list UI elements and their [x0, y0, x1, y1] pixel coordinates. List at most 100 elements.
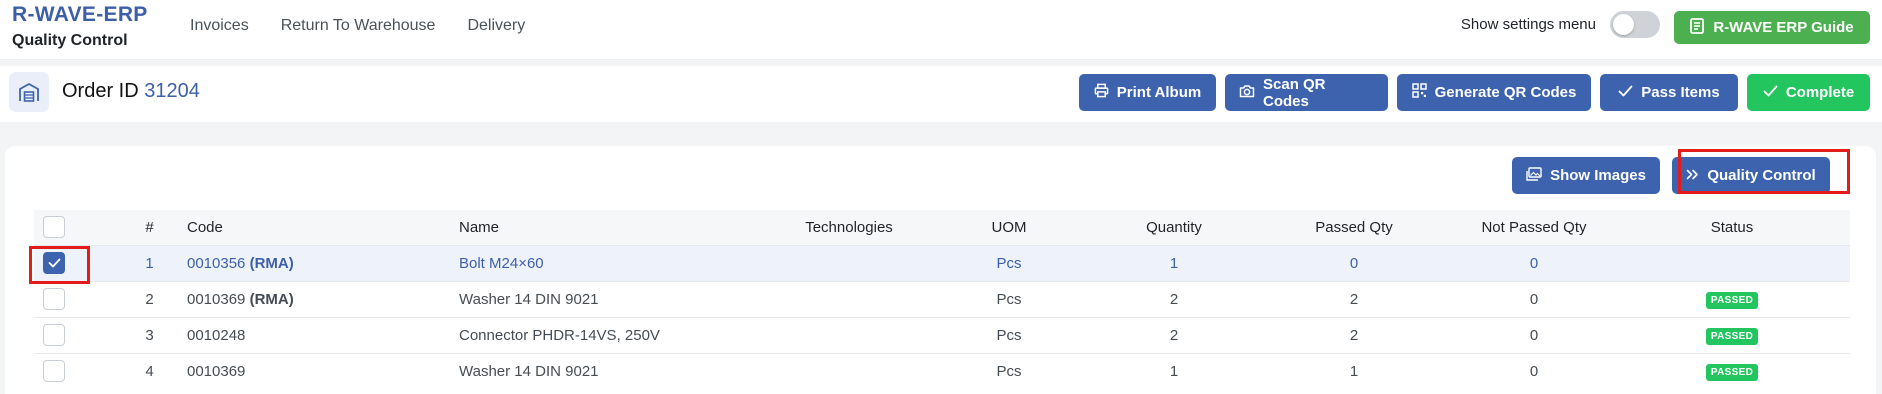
rma-tag: (RMA)	[249, 254, 294, 272]
row-name: Washer 14 DIN 9021	[459, 362, 599, 380]
item-code: 0010369	[187, 290, 246, 308]
col-header-uom[interactable]: UOM	[924, 210, 1094, 245]
order-actions: Print Album Scan QR Codes Generate QR Co…	[1079, 74, 1870, 111]
col-header-status[interactable]: Status	[1614, 210, 1850, 245]
pass-items-button[interactable]: Pass Items	[1600, 74, 1738, 111]
row-select-cell	[34, 353, 112, 389]
complete-label: Complete	[1785, 84, 1855, 101]
show-images-button[interactable]: Show Images	[1512, 157, 1660, 194]
row-passed-qty: 0	[1349, 254, 1359, 272]
print-album-button[interactable]: Print Album	[1079, 74, 1216, 111]
row-uom: Pcs	[996, 326, 1022, 344]
table-row[interactable]: 4 0010369 Washer 14 DIN 9021 Pcs 1 1 0 P…	[34, 353, 1850, 389]
row-select-cell	[34, 245, 112, 281]
row-name: Connector PHDR-14VS, 250V	[459, 326, 660, 344]
col-header-not-passed-qty[interactable]: Not Passed Qty	[1454, 210, 1614, 245]
row-technologies	[774, 317, 924, 353]
row-uom: Pcs	[996, 290, 1022, 308]
warehouse-icon	[9, 72, 49, 112]
col-header-quantity[interactable]: Quantity	[1094, 210, 1254, 245]
table-row[interactable]: 3 0010248 Connector PHDR-14VS, 250V Pcs …	[34, 317, 1850, 353]
row-checkbox[interactable]	[43, 324, 65, 346]
row-status: PASSED	[1614, 281, 1850, 317]
col-header-technologies[interactable]: Technologies	[774, 210, 924, 245]
row-passed-qty: 1	[1349, 362, 1359, 380]
row-uom: Pcs	[996, 254, 1022, 272]
nav-return-to-warehouse[interactable]: Return To Warehouse	[281, 16, 436, 36]
checkmark-icon	[48, 258, 60, 268]
row-technologies	[774, 245, 924, 281]
pass-items-label: Pass Items	[1641, 84, 1720, 101]
item-code[interactable]: 0010356	[187, 255, 245, 272]
row-not-passed-qty: 0	[1529, 290, 1539, 308]
order-id-label: Order ID	[62, 80, 139, 102]
generate-qr-label: Generate QR Codes	[1434, 84, 1577, 101]
row-not-passed-qty: 0	[1529, 362, 1539, 380]
erp-guide-label: R-WAVE ERP Guide	[1713, 19, 1854, 36]
toggle-knob	[1613, 14, 1634, 35]
settings-toggle-group: Show settings menu	[1461, 11, 1660, 38]
qr-code-icon	[1411, 83, 1427, 102]
row-technologies	[774, 353, 924, 389]
status-badge: PASSED	[1705, 363, 1759, 381]
col-header-name[interactable]: Name	[459, 210, 774, 245]
row-select-cell	[34, 281, 112, 317]
row-checkbox[interactable]	[43, 288, 65, 310]
printer-icon	[1094, 83, 1109, 102]
select-all-cell	[34, 210, 112, 245]
nav-delivery[interactable]: Delivery	[467, 16, 525, 36]
checkmark-icon	[1763, 84, 1778, 101]
row-status: PASSED	[1614, 317, 1850, 353]
row-number: 3	[145, 326, 154, 344]
status-badge: PASSED	[1705, 291, 1759, 309]
row-checkbox[interactable]	[43, 252, 65, 274]
complete-button[interactable]: Complete	[1747, 74, 1870, 111]
row-quantity: 1	[1169, 362, 1179, 380]
row-code: 0010369	[187, 353, 459, 389]
card-toolbar: Show Images Quality Control	[1512, 157, 1830, 194]
row-checkbox[interactable]	[43, 360, 65, 383]
row-not-passed-qty: 0	[1529, 254, 1539, 272]
row-not-passed-qty: 0	[1529, 326, 1539, 344]
row-uom: Pcs	[996, 362, 1022, 380]
row-select-cell	[34, 317, 112, 353]
row-passed-qty: 2	[1349, 326, 1359, 344]
erp-guide-button[interactable]: R-WAVE ERP Guide	[1674, 11, 1870, 44]
document-icon	[1690, 17, 1705, 38]
items-table: # Code Name Technologies UOM Quantity Pa…	[34, 210, 1850, 389]
row-code: 0010369 (RMA)	[187, 281, 459, 317]
status-badge: PASSED	[1705, 327, 1759, 345]
table-row[interactable]: 1 0010356 (RMA) Bolt M24×60 Pcs 1 0 0	[34, 245, 1850, 281]
checkmark-icon	[1618, 84, 1633, 101]
row-status: PASSED	[1614, 353, 1850, 389]
order-header: Order ID 31204 Print Album Scan QR Codes…	[0, 66, 1882, 122]
brand-title[interactable]: R-WAVE-ERP	[12, 3, 148, 27]
table-row[interactable]: 2 0010369 (RMA) Washer 14 DIN 9021 Pcs 2…	[34, 281, 1850, 317]
settings-toggle-label: Show settings menu	[1460, 16, 1596, 33]
brand-subtitle: Quality Control	[12, 32, 128, 49]
generate-qr-button[interactable]: Generate QR Codes	[1397, 74, 1591, 111]
item-code: 0010369	[187, 362, 246, 380]
camera-icon	[1239, 84, 1255, 102]
main-nav: Invoices Return To Warehouse Delivery	[190, 16, 525, 36]
col-header-passed-qty[interactable]: Passed Qty	[1254, 210, 1454, 245]
settings-toggle[interactable]	[1610, 11, 1660, 38]
order-id-value: 31204	[144, 80, 200, 102]
row-status	[1614, 245, 1850, 281]
col-header-number[interactable]: #	[112, 210, 187, 245]
quality-control-button[interactable]: Quality Control	[1672, 157, 1830, 194]
row-name: Washer 14 DIN 9021	[459, 290, 599, 308]
row-quantity: 1	[1169, 254, 1179, 272]
row-number: 4	[145, 362, 154, 380]
col-header-code[interactable]: Code	[187, 210, 459, 245]
select-all-checkbox[interactable]	[43, 216, 65, 239]
row-code: 0010248	[187, 317, 459, 353]
row-code[interactable]: 0010356 (RMA)	[187, 245, 459, 281]
rma-tag: (RMA)	[249, 290, 294, 308]
nav-invoices[interactable]: Invoices	[190, 16, 249, 36]
scan-qr-button[interactable]: Scan QR Codes	[1225, 74, 1388, 111]
scan-qr-label: Scan QR Codes	[1263, 75, 1326, 110]
item-code: 0010248	[187, 326, 246, 344]
row-quantity: 2	[1169, 326, 1179, 344]
brand[interactable]: R-WAVE-ERP Quality Control	[12, 3, 148, 52]
